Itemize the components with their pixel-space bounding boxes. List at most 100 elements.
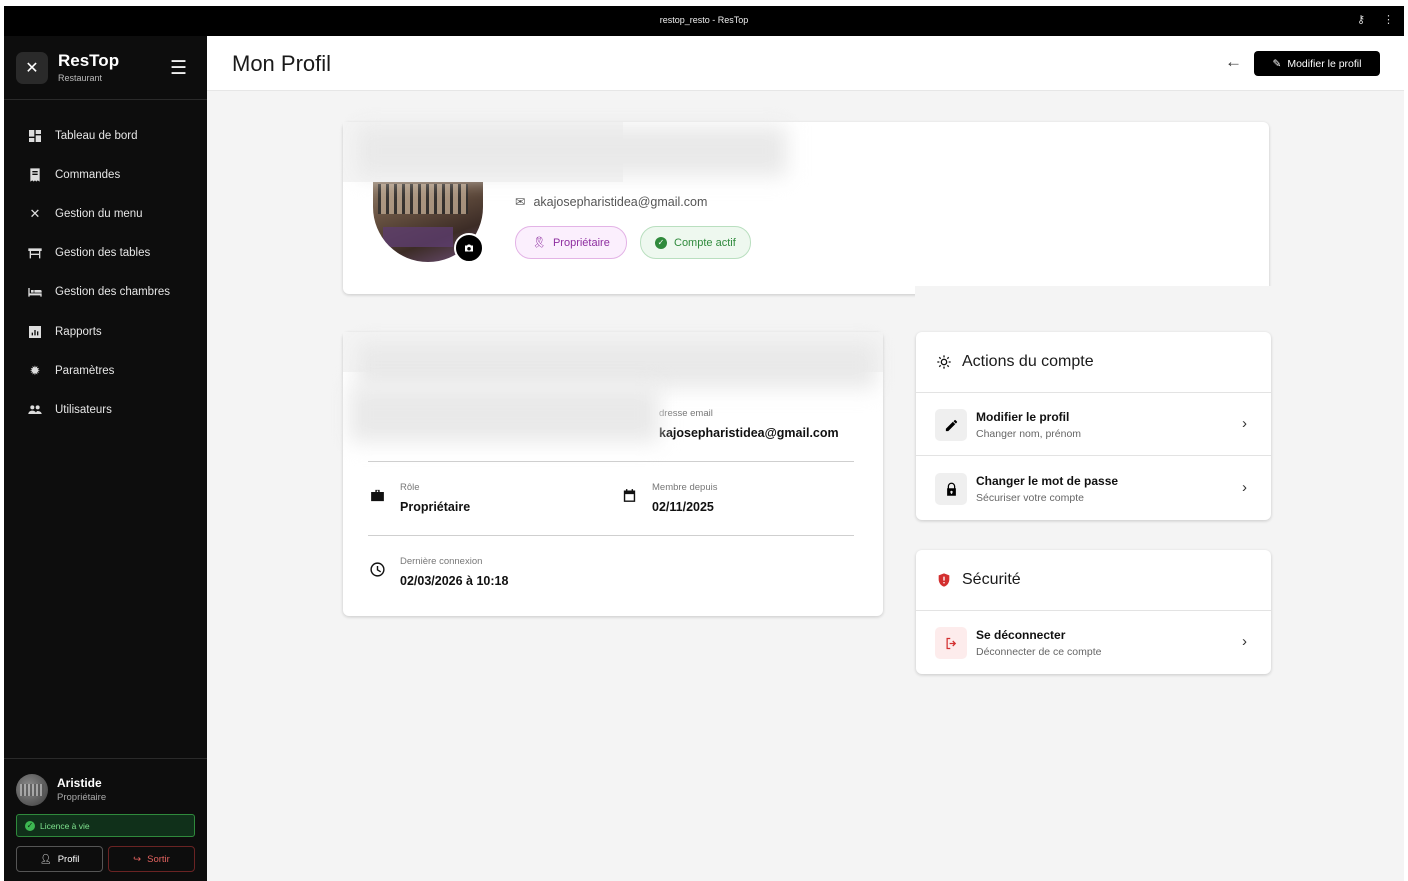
account-actions-header: Actions du compte: [916, 332, 1271, 393]
status-badge-label: Compte actif: [674, 236, 736, 249]
chart-icon: [26, 323, 44, 341]
role-badge-label: Propriétaire: [552, 236, 610, 249]
user-name: Aristide: [57, 776, 102, 790]
app-window: restop_resto - ResTop ⚷ ⋮ ✕ ResTop Resta…: [4, 6, 1404, 881]
menu-toggle-icon[interactable]: ☰: [170, 57, 187, 80]
email-label: dresse email: [659, 408, 713, 419]
main-content: Mon Profil ← ✎ Modifier le profil ✉ akaj…: [207, 36, 1404, 881]
more-vert-icon[interactable]: ⋮: [1383, 13, 1394, 26]
mail-icon: ✉: [515, 195, 526, 209]
sidebar-item-label: Commandes: [55, 168, 121, 181]
divider: [368, 461, 854, 462]
person-icon: 👤︎: [39, 853, 52, 865]
blur-overlay: [915, 286, 1275, 301]
security-card: Sécurité Se déconnecter Déconnecter de c…: [916, 550, 1271, 674]
sidebar: ✕ ResTop Restaurant ☰ Tableau de bord Co…: [4, 36, 207, 881]
gear-icon: [937, 355, 951, 369]
status-badge: ✓ Compte actif: [640, 226, 751, 259]
sortir-button-label: Sortir: [147, 853, 170, 865]
sidebar-item-label: Gestion des tables: [55, 247, 151, 260]
calendar-icon: [620, 486, 638, 504]
sortir-button[interactable]: ↪ Sortir: [108, 846, 195, 872]
edit-profile-button[interactable]: ✎ Modifier le profil: [1254, 51, 1380, 76]
dashboard-icon: [26, 127, 44, 145]
profile-email-text: akajosepharistidea@gmail.com: [533, 194, 708, 209]
user-role: Propriétaire: [57, 792, 107, 803]
edit-profile-button-label: Modifier le profil: [1287, 57, 1362, 70]
role-badge: 🎗︎ Propriétaire: [515, 226, 627, 259]
window-title: restop_resto - ResTop: [659, 15, 749, 25]
action-title: Modifier le profil: [976, 410, 1070, 424]
action-subtitle: Changer nom, prénom: [976, 428, 1082, 440]
brand-name: ResTop: [58, 51, 120, 70]
sidebar-item-chambres[interactable]: Gestion des chambres: [4, 273, 207, 312]
edit-profile-action[interactable]: Modifier le profil Changer nom, prénom ›: [916, 393, 1271, 456]
last-login-label: Dernière connexion: [400, 556, 483, 567]
gear-icon: ✹: [29, 362, 41, 378]
shield-icon: [938, 573, 950, 587]
users-icon: [26, 401, 44, 419]
lock-icon: [935, 473, 967, 505]
security-title: Sécurité: [962, 571, 1021, 588]
sidebar-item-label: Utilisateurs: [55, 403, 112, 416]
brand-subtitle: Restaurant: [58, 73, 103, 83]
back-arrow-icon[interactable]: ←: [1225, 52, 1242, 72]
sidebar-item-label: Gestion des chambres: [55, 286, 171, 299]
avatar[interactable]: [16, 774, 48, 806]
sidebar-item-dashboard[interactable]: Tableau de bord: [4, 116, 207, 155]
page-title: Mon Profil: [232, 51, 332, 76]
sidebar-item-menu[interactable]: ✕ Gestion du menu: [4, 194, 207, 233]
blur-overlay: [357, 126, 787, 176]
logout-icon: ↪: [133, 853, 142, 865]
sidebar-nav: Tableau de bord Commandes ✕ Gestion du m…: [4, 116, 207, 430]
key-icon[interactable]: ⚷: [1357, 13, 1365, 26]
sidebar-item-parametres[interactable]: ✹ Paramètres: [4, 351, 207, 390]
clock-icon: [368, 560, 386, 578]
brand: ✕ ResTop Restaurant ☰: [4, 36, 207, 100]
sidebar-item-utilisateurs[interactable]: Utilisateurs: [4, 390, 207, 429]
page-header: Mon Profil ← ✎ Modifier le profil: [207, 36, 1404, 91]
chevron-right-icon: ›: [1242, 479, 1247, 496]
title-bar: restop_resto - ResTop ⚷ ⋮: [4, 6, 1404, 36]
profile-email: ✉ akajosepharistidea@gmail.com: [515, 194, 708, 210]
account-actions-card: Actions du compte Modifier le profil Cha…: [916, 332, 1271, 520]
action-title: Se déconnecter: [976, 628, 1066, 642]
email-value: kajosepharistidea@gmail.com: [659, 426, 839, 440]
sidebar-item-rapports[interactable]: Rapports: [4, 312, 207, 351]
last-login-value: 02/03/2026 à 10:18: [400, 574, 509, 588]
action-subtitle: Déconnecter de ce compte: [976, 646, 1102, 658]
pencil-icon: [935, 409, 967, 441]
chevron-right-icon: ›: [1242, 415, 1247, 432]
sidebar-item-commandes[interactable]: Commandes: [4, 155, 207, 194]
briefcase-icon: [368, 486, 386, 504]
blur-overlay: [357, 342, 877, 388]
camera-icon[interactable]: [454, 233, 484, 263]
logout-icon: [935, 627, 967, 659]
logout-action[interactable]: Se déconnecter Déconnecter de ce compte …: [916, 611, 1271, 674]
action-subtitle: Sécuriser votre compte: [976, 492, 1084, 504]
sidebar-item-tables[interactable]: Gestion des tables: [4, 234, 207, 273]
table-icon: [26, 244, 44, 262]
profil-button-label: Profil: [57, 853, 80, 865]
divider: [368, 535, 854, 536]
account-actions-title: Actions du compte: [962, 353, 1094, 370]
sidebar-item-label: Rapports: [55, 325, 102, 338]
bed-icon: [26, 283, 44, 301]
chevron-right-icon: ›: [1242, 633, 1247, 650]
licence-badge: ✓ Licence à vie: [16, 814, 195, 837]
licence-label: Licence à vie: [40, 820, 90, 831]
action-title: Changer le mot de passe: [976, 474, 1119, 488]
profil-button[interactable]: 👤︎ Profil: [16, 846, 103, 872]
utensils-icon: ✕: [29, 205, 41, 221]
member-value: 02/11/2025: [652, 500, 714, 514]
sidebar-item-label: Gestion du menu: [55, 207, 143, 220]
sidebar-item-label: Tableau de bord: [55, 129, 138, 142]
pencil-icon: ✎: [1272, 57, 1282, 70]
role-label: Rôle: [400, 482, 420, 493]
user-block: Aristide Propriétaire ✓ Licence à vie 👤︎…: [4, 758, 207, 881]
check-circle-icon: ✓: [25, 820, 35, 831]
change-password-action[interactable]: Changer le mot de passe Sécuriser votre …: [916, 457, 1271, 520]
blur-overlay: [349, 386, 659, 442]
sidebar-item-label: Paramètres: [55, 364, 115, 377]
member-label: Membre depuis: [652, 482, 718, 493]
